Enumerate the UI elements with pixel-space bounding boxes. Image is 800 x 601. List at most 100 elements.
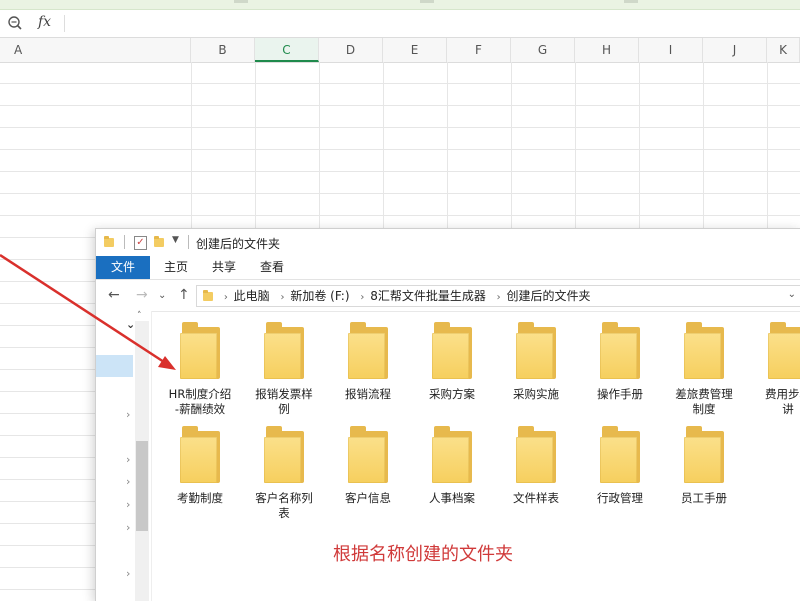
- back-arrow-icon[interactable]: ←: [108, 287, 120, 303]
- folder-label: HR制度介绍 -薪酬绩效: [168, 387, 232, 416]
- folder-item[interactable]: 员工手册: [662, 425, 746, 506]
- chevron-down-icon[interactable]: ⌄: [126, 318, 135, 331]
- address-input[interactable]: › 此电脑 › 新加卷 (F:) › 8汇帮文件批量生成器 › 创建后的文件夹 …: [196, 285, 800, 307]
- column-header-d[interactable]: D: [319, 38, 383, 62]
- breadcrumb-current-folder[interactable]: 创建后的文件夹: [506, 289, 590, 303]
- column-header-h[interactable]: H: [575, 38, 639, 62]
- tab-view[interactable]: 查看: [252, 256, 292, 279]
- zoom-icon[interactable]: [7, 15, 23, 31]
- tab-home[interactable]: 主页: [156, 256, 196, 279]
- folder-item[interactable]: HR制度介绍 -薪酬绩效: [158, 321, 242, 417]
- strip-mark: [420, 0, 434, 3]
- folder-item[interactable]: 人事档案: [410, 425, 494, 506]
- folder-icon: [684, 321, 724, 379]
- column-header-row: A B C D E F G H I J K: [0, 38, 800, 63]
- chevron-right-icon: ›: [496, 292, 501, 303]
- forward-arrow-icon[interactable]: →: [136, 287, 148, 303]
- breadcrumb-app-folder[interactable]: 8汇帮文件批量生成器: [370, 289, 486, 303]
- folder-icon: [432, 425, 472, 483]
- folder-icon: [600, 425, 640, 483]
- chevron-right-icon[interactable]: ›: [126, 498, 130, 511]
- folder-label: 考勤制度: [177, 491, 223, 505]
- folder-item[interactable]: 考勤制度: [158, 425, 242, 506]
- folder-label: 文件样表: [513, 491, 559, 505]
- folder-label: 报销发票样 例: [255, 387, 313, 416]
- folder-label: 操作手册: [597, 387, 643, 401]
- folder-label: 采购方案: [429, 387, 475, 401]
- tab-file[interactable]: 文件: [96, 256, 150, 279]
- quick-access-dropdown-icon[interactable]: ▼: [172, 235, 179, 245]
- folder-item[interactable]: 差旅费管理 制度: [662, 321, 746, 417]
- title-bar: ✓ ▼ 创建后的文件夹: [96, 229, 800, 256]
- formula-divider: [64, 15, 65, 32]
- titlebar-divider: [124, 235, 125, 249]
- folder-item[interactable]: 客户名称列 表: [242, 425, 326, 521]
- column-header-b[interactable]: B: [191, 38, 255, 62]
- scroll-up-icon[interactable]: ˄: [137, 311, 142, 321]
- folder-label: 采购实施: [513, 387, 559, 401]
- new-folder-icon[interactable]: [154, 236, 164, 247]
- column-header-g[interactable]: G: [511, 38, 575, 62]
- folder-item[interactable]: 文件样表: [494, 425, 578, 506]
- folder-label: 员工手册: [681, 491, 727, 505]
- chevron-right-icon: ›: [360, 292, 365, 303]
- folder-item[interactable]: 报销发票样 例: [242, 321, 326, 417]
- chevron-down-icon[interactable]: ⌄: [788, 289, 796, 300]
- folder-item[interactable]: 行政管理: [578, 425, 662, 506]
- column-header-j[interactable]: J: [703, 38, 767, 62]
- formula-bar: fx: [0, 10, 800, 38]
- folder-item[interactable]: 费用步骤 讲: [746, 321, 800, 417]
- folder-label: 行政管理: [597, 491, 643, 505]
- folder-label: 客户信息: [345, 491, 391, 505]
- recent-dropdown-icon[interactable]: ⌄: [158, 290, 166, 301]
- chevron-right-icon[interactable]: ›: [126, 475, 130, 488]
- folder-item[interactable]: 采购方案: [410, 321, 494, 402]
- column-header-a[interactable]: A: [0, 38, 191, 62]
- breadcrumb: › 此电脑 › 新加卷 (F:) › 8汇帮文件批量生成器 › 创建后的文件夹: [203, 288, 593, 306]
- column-header-e[interactable]: E: [383, 38, 447, 62]
- nav-scroll-thumb[interactable]: [136, 441, 148, 531]
- folder-icon: [684, 425, 724, 483]
- folder-icon: [180, 321, 220, 379]
- folder-label: 差旅费管理 制度: [675, 387, 733, 416]
- column-header-f[interactable]: F: [447, 38, 511, 62]
- column-header-c[interactable]: C: [255, 38, 319, 62]
- properties-icon[interactable]: ✓: [134, 236, 147, 250]
- folder-item[interactable]: 操作手册: [578, 321, 662, 402]
- folder-item[interactable]: 报销流程: [326, 321, 410, 402]
- folder-item[interactable]: 客户信息: [326, 425, 410, 506]
- navigation-pane: ⌄ › › › › › › ˄: [96, 311, 152, 601]
- column-header-i[interactable]: I: [639, 38, 703, 62]
- folder-label: 报销流程: [345, 387, 391, 401]
- folder-label: 费用步骤 讲: [765, 387, 800, 416]
- tab-share[interactable]: 共享: [204, 256, 244, 279]
- folder-icon: [264, 321, 304, 379]
- annotation-caption: 根据名称创建的文件夹: [333, 544, 513, 565]
- breadcrumb-this-pc[interactable]: 此电脑: [234, 289, 270, 303]
- window-title: 创建后的文件夹: [196, 237, 281, 251]
- folder-icon: [104, 236, 114, 247]
- folder-icon: [600, 321, 640, 379]
- chevron-right-icon[interactable]: ›: [126, 521, 130, 534]
- breadcrumb-drive[interactable]: 新加卷 (F:): [290, 289, 349, 303]
- up-arrow-icon[interactable]: ↑: [178, 287, 190, 303]
- folder-item[interactable]: 采购实施: [494, 321, 578, 402]
- folder-icon: [348, 425, 388, 483]
- folder-icon: [768, 321, 800, 379]
- app-top-strip: [0, 0, 800, 10]
- chevron-right-icon[interactable]: ›: [126, 453, 130, 466]
- folder-icon: [516, 321, 556, 379]
- nav-selected-item[interactable]: [96, 355, 133, 377]
- chevron-right-icon[interactable]: ›: [126, 567, 130, 580]
- folder-icon: [348, 321, 388, 379]
- folder-icon: [432, 321, 472, 379]
- column-header-k[interactable]: K: [767, 38, 800, 62]
- ribbon-tabs: 文件 主页 共享 查看: [96, 256, 800, 280]
- strip-mark: [624, 0, 638, 3]
- chevron-right-icon[interactable]: ›: [126, 408, 130, 421]
- fx-icon[interactable]: fx: [38, 14, 51, 30]
- folder-icon: [180, 425, 220, 483]
- chevron-right-icon: ›: [280, 292, 285, 303]
- folder-label: 客户名称列 表: [255, 491, 313, 520]
- folder-icon: [203, 290, 213, 301]
